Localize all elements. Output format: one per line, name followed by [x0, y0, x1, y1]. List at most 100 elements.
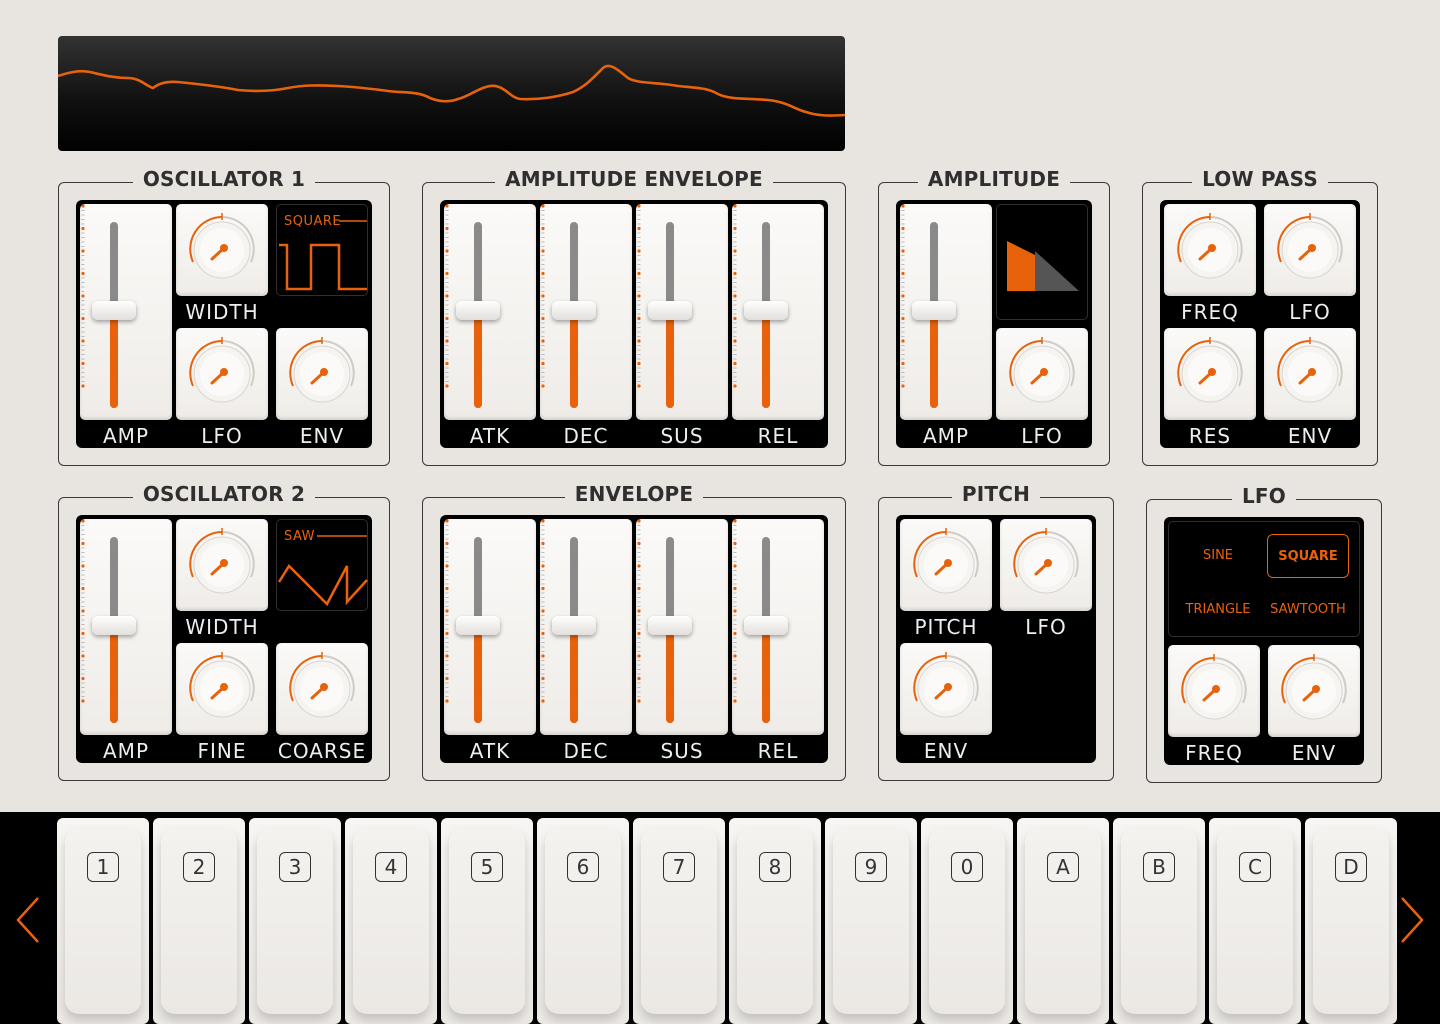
freq-label: FREQ: [1181, 300, 1239, 324]
prev-arrow-icon[interactable]: [8, 890, 48, 950]
section-title: LFO: [1231, 484, 1296, 508]
slider-thumb[interactable]: [744, 616, 788, 636]
pad-key-1[interactable]: 1: [57, 818, 149, 1024]
amp-slider[interactable]: [80, 204, 172, 420]
res-knob[interactable]: [1164, 328, 1256, 420]
width-knob[interactable]: [176, 519, 268, 611]
lfo-label: LFO: [1025, 615, 1067, 639]
slider-fill: [570, 311, 578, 408]
env-knob[interactable]: [900, 643, 992, 735]
lfo-knob[interactable]: [996, 328, 1088, 420]
pitch-label: PITCH: [914, 615, 978, 639]
lfo-option-square[interactable]: SQUARE: [1267, 534, 1349, 578]
slider-thumb[interactable]: [456, 616, 500, 636]
slider-fill: [474, 311, 482, 408]
slider-scale: [637, 204, 641, 388]
knob-dial-icon: [289, 337, 355, 403]
attack-slider[interactable]: [444, 204, 536, 420]
low-pass-panel: FREQ LFO RES ENV: [1160, 200, 1360, 448]
env-knob[interactable]: [1268, 645, 1360, 737]
amp-label: AMP: [103, 739, 149, 763]
slider-thumb[interactable]: [552, 616, 596, 636]
env-knob[interactable]: [276, 328, 368, 420]
pad-key-7[interactable]: 7: [633, 818, 725, 1024]
pad-key-c[interactable]: C: [1209, 818, 1301, 1024]
amplitude-shape-display[interactable]: [996, 204, 1088, 320]
release-slider[interactable]: [732, 204, 824, 420]
knob-dial-icon: [1177, 337, 1243, 403]
amp-slider[interactable]: [80, 519, 172, 735]
lfo-option-sine[interactable]: SINE: [1177, 534, 1259, 578]
pad-key-4[interactable]: 4: [345, 818, 437, 1024]
slider-thumb[interactable]: [552, 301, 596, 321]
release-slider[interactable]: [732, 519, 824, 735]
pad-key-0[interactable]: 0: [921, 818, 1013, 1024]
pad-key-label: 6: [567, 852, 599, 882]
env-knob[interactable]: [1264, 328, 1356, 420]
sustain-slider[interactable]: [636, 204, 728, 420]
section-title: AMPLITUDE: [917, 167, 1071, 191]
pad-key-2[interactable]: 2: [153, 818, 245, 1024]
slider-thumb[interactable]: [92, 301, 136, 321]
pad-key-3[interactable]: 3: [249, 818, 341, 1024]
pad-key-8[interactable]: 8: [729, 818, 821, 1024]
sustain-label: SUS: [660, 739, 704, 763]
slider-fill: [666, 311, 674, 408]
waveform-display: [58, 36, 845, 151]
pad-key-6[interactable]: 6: [537, 818, 629, 1024]
pad-key-d[interactable]: D: [1305, 818, 1397, 1024]
decay-label: DEC: [563, 739, 609, 763]
fine-knob[interactable]: [176, 643, 268, 735]
lfo-label: LFO: [201, 424, 243, 448]
slider-thumb[interactable]: [744, 301, 788, 321]
knob-dial-icon: [289, 652, 355, 718]
decay-label: DEC: [563, 424, 609, 448]
pad-key-label: 5: [471, 852, 503, 882]
knob-dial-icon: [189, 213, 255, 279]
slider-fill: [762, 626, 770, 723]
slider-thumb[interactable]: [92, 616, 136, 636]
ramp-shape-icon: [1007, 241, 1079, 291]
slider-thumb[interactable]: [648, 301, 692, 321]
amp-slider[interactable]: [900, 204, 992, 420]
lfo-option-triangle[interactable]: TRIANGLE: [1177, 588, 1259, 632]
lfo-knob[interactable]: [1264, 204, 1356, 296]
pad-key-b[interactable]: B: [1113, 818, 1205, 1024]
freq-knob[interactable]: [1168, 645, 1260, 737]
decay-slider[interactable]: [540, 519, 632, 735]
next-arrow-icon[interactable]: [1392, 890, 1432, 950]
pad-key-5[interactable]: 5: [441, 818, 533, 1024]
slider-thumb[interactable]: [912, 301, 956, 321]
slider-fill: [110, 626, 118, 723]
slider-fill: [570, 626, 578, 723]
slider-fill: [762, 311, 770, 408]
slider-scale: [81, 519, 85, 703]
pad-key-9[interactable]: 9: [825, 818, 917, 1024]
waveform-trace: [58, 64, 845, 117]
knob-dial-icon: [1013, 528, 1079, 594]
knob-dial-icon: [913, 528, 979, 594]
freq-knob[interactable]: [1164, 204, 1256, 296]
slider-scale: [445, 204, 449, 388]
attack-label: ATK: [469, 424, 511, 448]
width-label: WIDTH: [185, 300, 259, 324]
envelope-panel: ATK DEC SUS REL: [440, 515, 828, 763]
lfo-knob[interactable]: [1000, 519, 1092, 611]
section-title: AMPLITUDE ENVELOPE: [495, 167, 773, 191]
lfo-option-sawtooth[interactable]: SAWTOOTH: [1267, 588, 1349, 632]
coarse-knob[interactable]: [276, 643, 368, 735]
sustain-slider[interactable]: [636, 519, 728, 735]
width-knob[interactable]: [176, 204, 268, 296]
coarse-label: COARSE: [277, 739, 367, 763]
lfo-knob[interactable]: [176, 328, 268, 420]
slider-thumb[interactable]: [648, 616, 692, 636]
env-label: ENV: [299, 424, 345, 448]
decay-slider[interactable]: [540, 204, 632, 420]
waveform-saw-display[interactable]: SAW: [276, 519, 368, 611]
pad-key-a[interactable]: A: [1017, 818, 1109, 1024]
pitch-knob[interactable]: [900, 519, 992, 611]
slider-thumb[interactable]: [456, 301, 500, 321]
waveform-square-display[interactable]: SQUARE: [276, 204, 368, 296]
knob-dial-icon: [189, 337, 255, 403]
attack-slider[interactable]: [444, 519, 536, 735]
